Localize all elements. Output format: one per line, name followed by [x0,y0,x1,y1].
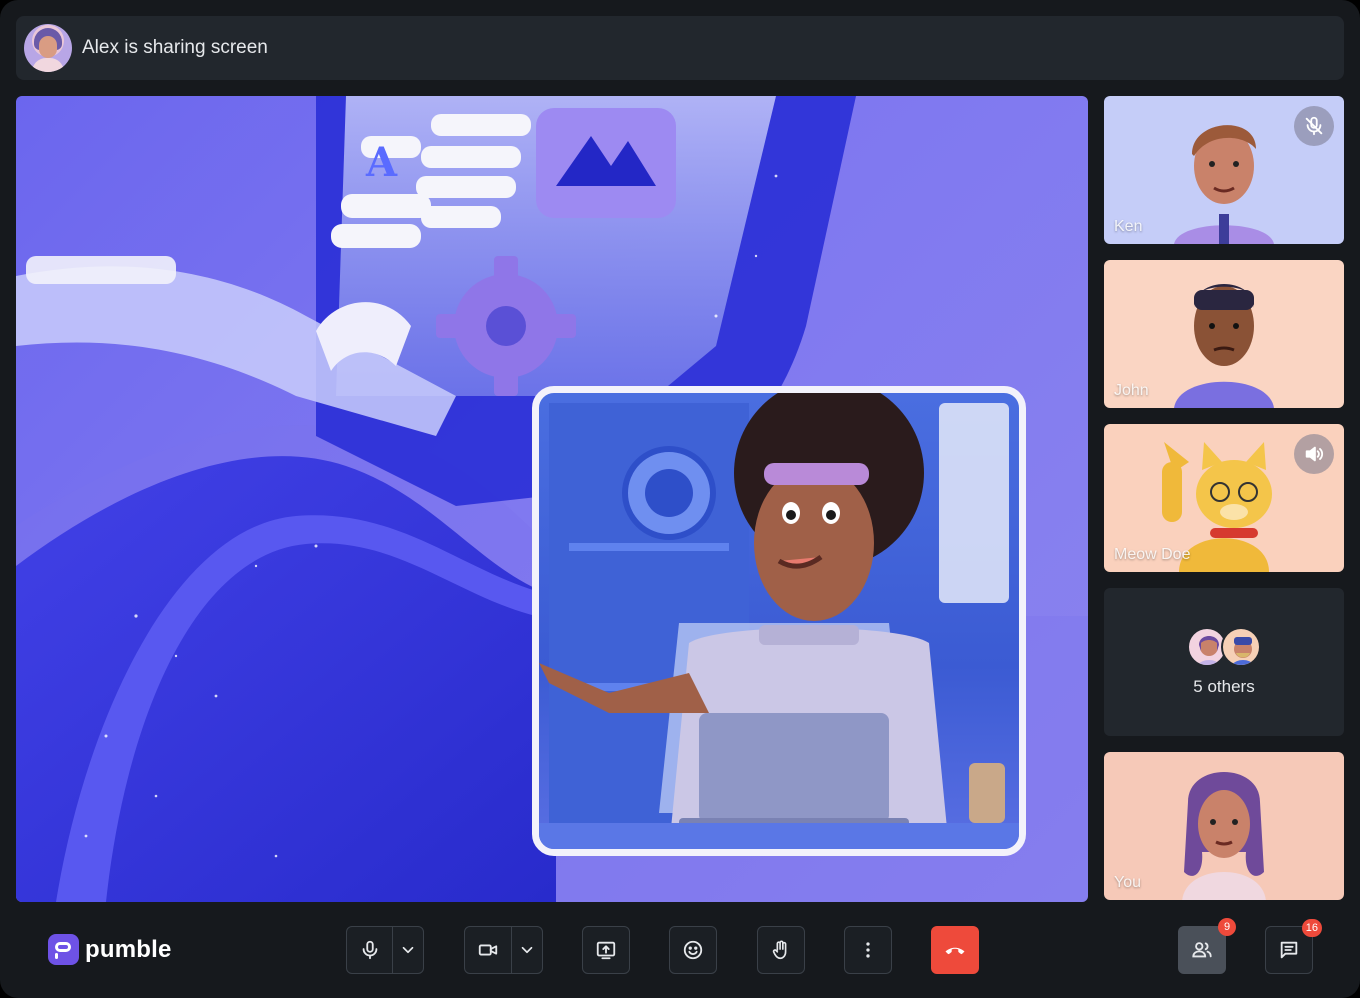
chat-unread-badge: 16 [1301,919,1322,937]
raise-hand-button[interactable] [757,926,805,974]
participant-name: Ken [1114,218,1143,235]
other-participant-avatar [1221,627,1261,667]
participants-count-badge: 9 [1218,918,1236,936]
chat-icon [1280,941,1298,959]
video-camera-icon [478,944,498,956]
camera-control [464,926,543,974]
end-call-icon [945,947,965,955]
others-avatars [1187,627,1261,667]
participant-avatar [1174,284,1274,408]
brand-logo: pumble [48,934,172,965]
speaker-icon [1294,434,1334,474]
share-screen-button[interactable] [582,926,630,974]
emoji-icon [683,940,703,960]
share-screen-icon [596,941,616,960]
participant-avatar [1174,125,1274,244]
participant-tile-ken[interactable]: Ken [1104,96,1344,244]
more-options-button[interactable] [844,926,892,974]
mic-toggle-button[interactable] [347,927,392,973]
people-icon [1192,942,1212,958]
mic-control [346,926,424,974]
camera-options-button[interactable] [512,927,542,973]
presenter-video[interactable] [532,386,1026,856]
presenter-avatar [24,24,72,72]
participant-tile-john[interactable]: John [1104,260,1344,408]
sharing-status-text: Alex is sharing screen [82,37,268,58]
participant-name: Meow Doe [1114,546,1191,563]
others-count: 5 others [1193,677,1255,696]
self-name: You [1114,874,1141,891]
meeting-window: Alex is sharing screen A Ken John Meow D… [0,0,1360,998]
chevron-down-icon [402,946,414,954]
participant-tile-meow-doe[interactable]: Meow Doe [1104,424,1344,572]
chat-button[interactable]: 16 [1265,919,1322,974]
mic-muted-icon [1294,106,1334,146]
others-tile[interactable]: 5 others [1104,588,1344,736]
camera-toggle-button[interactable] [465,927,511,973]
participant-name: John [1114,382,1149,399]
self-video-tile[interactable]: You [1104,752,1344,900]
pumble-logo-icon [48,934,79,965]
reactions-button[interactable] [669,926,717,974]
self-avatar [1182,772,1266,900]
end-call-button[interactable] [931,926,979,974]
chevron-down-icon [521,946,533,954]
participants-button[interactable]: 9 [1178,918,1236,974]
mic-options-button[interactable] [393,927,423,973]
svg-text:A: A [365,139,398,186]
brand-name: pumble [85,935,172,963]
sharing-banner: Alex is sharing screen [16,16,1344,80]
microphone-icon [362,940,377,960]
presenter-video-frame [539,393,1019,849]
raise-hand-icon [772,940,787,960]
more-vertical-icon [866,942,870,958]
shared-screen[interactable]: A [16,96,1088,902]
